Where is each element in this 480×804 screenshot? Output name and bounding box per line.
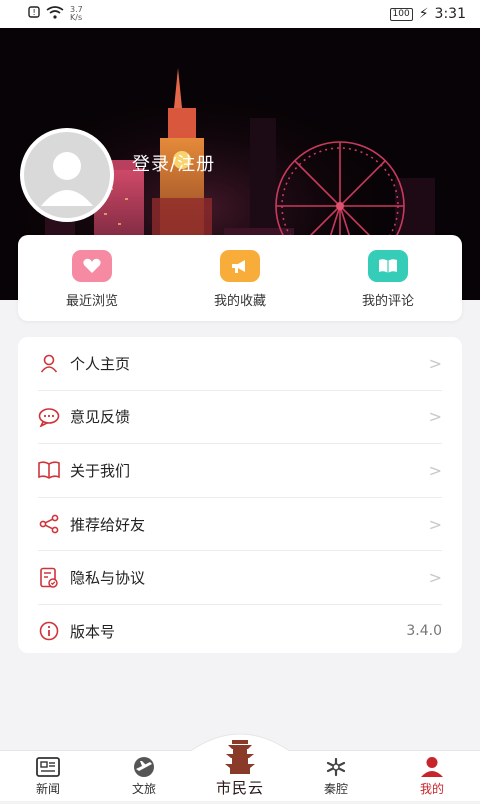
my-comments-button[interactable]: 我的评论 [328, 235, 448, 309]
menu-item-label: 关于我们 [70, 461, 131, 480]
chevron-right-icon: > [428, 514, 442, 534]
recent-views-label: 最近浏览 [65, 294, 118, 309]
travel-icon [134, 757, 154, 777]
chevron-right-icon: > [428, 568, 442, 588]
my-comments-label: 我的评论 [361, 294, 414, 309]
recent-views-button[interactable]: 最近浏览 [32, 235, 152, 309]
profile-icon [421, 757, 443, 777]
settings-menu: 个人主页 > 意见反馈 > 关于我们 > 推荐给好友 > 隐私与协议 > 版本号 [18, 337, 462, 653]
svg-text:!: ! [33, 8, 36, 17]
charging-icon: ⚡ [418, 6, 429, 22]
share-icon [38, 513, 60, 535]
menu-item-label: 版本号 [70, 622, 116, 641]
tab-label: 文旅 [131, 782, 156, 796]
chevron-right-icon: > [428, 353, 442, 373]
avatar[interactable] [20, 128, 114, 222]
book-icon [38, 459, 60, 481]
tab-label: 秦腔 [323, 782, 348, 796]
sim-icon: ! [28, 6, 40, 22]
version-number: 3.4.0 [406, 623, 442, 640]
citizen-cloud-label: 市民云 [215, 779, 264, 797]
tab-mine[interactable]: 我的 [384, 751, 480, 801]
person-icon [38, 352, 60, 374]
network-speed: 3.7 K/s [70, 5, 83, 22]
menu-item-label: 意见反馈 [70, 408, 131, 427]
menu-item-label: 个人主页 [70, 354, 131, 373]
opera-icon [326, 757, 346, 777]
tab-news[interactable]: 新闻 [0, 751, 96, 801]
my-favorites-label: 我的收藏 [213, 294, 266, 309]
tab-label: 我的 [419, 782, 444, 796]
menu-item-privacy-agreement[interactable]: 隐私与协议 > [38, 551, 442, 605]
menu-item-recommend-to-friends[interactable]: 推荐给好友 > [38, 498, 442, 552]
quick-actions-card: 最近浏览 我的收藏 我的评论 [18, 235, 462, 321]
menu-item-label: 推荐给好友 [70, 515, 146, 534]
tab-label: 新闻 [35, 782, 60, 796]
heart-icon [72, 250, 112, 282]
battery-indicator: 100 [389, 7, 413, 21]
tab-culture-travel[interactable]: 文旅 [96, 751, 192, 801]
menu-item-label: 隐私与协议 [70, 569, 146, 588]
menu-item-feedback[interactable]: 意见反馈 > [38, 391, 442, 445]
feedback-icon [38, 406, 60, 428]
news-icon [36, 757, 60, 777]
login-register-link[interactable]: 登录/注册 [132, 150, 215, 176]
chevron-right-icon: > [428, 407, 442, 427]
citizen-cloud-logo-button[interactable]: 市民云 [191, 728, 289, 800]
status-bar: ! 3.7 K/s 100 ⚡ 3:31 [0, 0, 480, 28]
wifi-icon [46, 5, 64, 23]
my-favorites-button[interactable]: 我的收藏 [180, 235, 300, 309]
menu-item-personal-homepage[interactable]: 个人主页 > [38, 337, 442, 391]
open-book-icon [368, 250, 408, 282]
clock: 3:31 [434, 6, 466, 22]
menu-item-about-us[interactable]: 关于我们 > [38, 444, 442, 498]
default-avatar-icon [41, 152, 93, 206]
tab-qinqiang-opera[interactable]: 秦腔 [288, 751, 384, 801]
megaphone-icon [220, 250, 260, 282]
menu-item-version: 版本号 3.4.0 [38, 605, 442, 658]
privacy-icon [38, 567, 60, 589]
info-icon [38, 620, 60, 642]
chevron-right-icon: > [428, 460, 442, 480]
